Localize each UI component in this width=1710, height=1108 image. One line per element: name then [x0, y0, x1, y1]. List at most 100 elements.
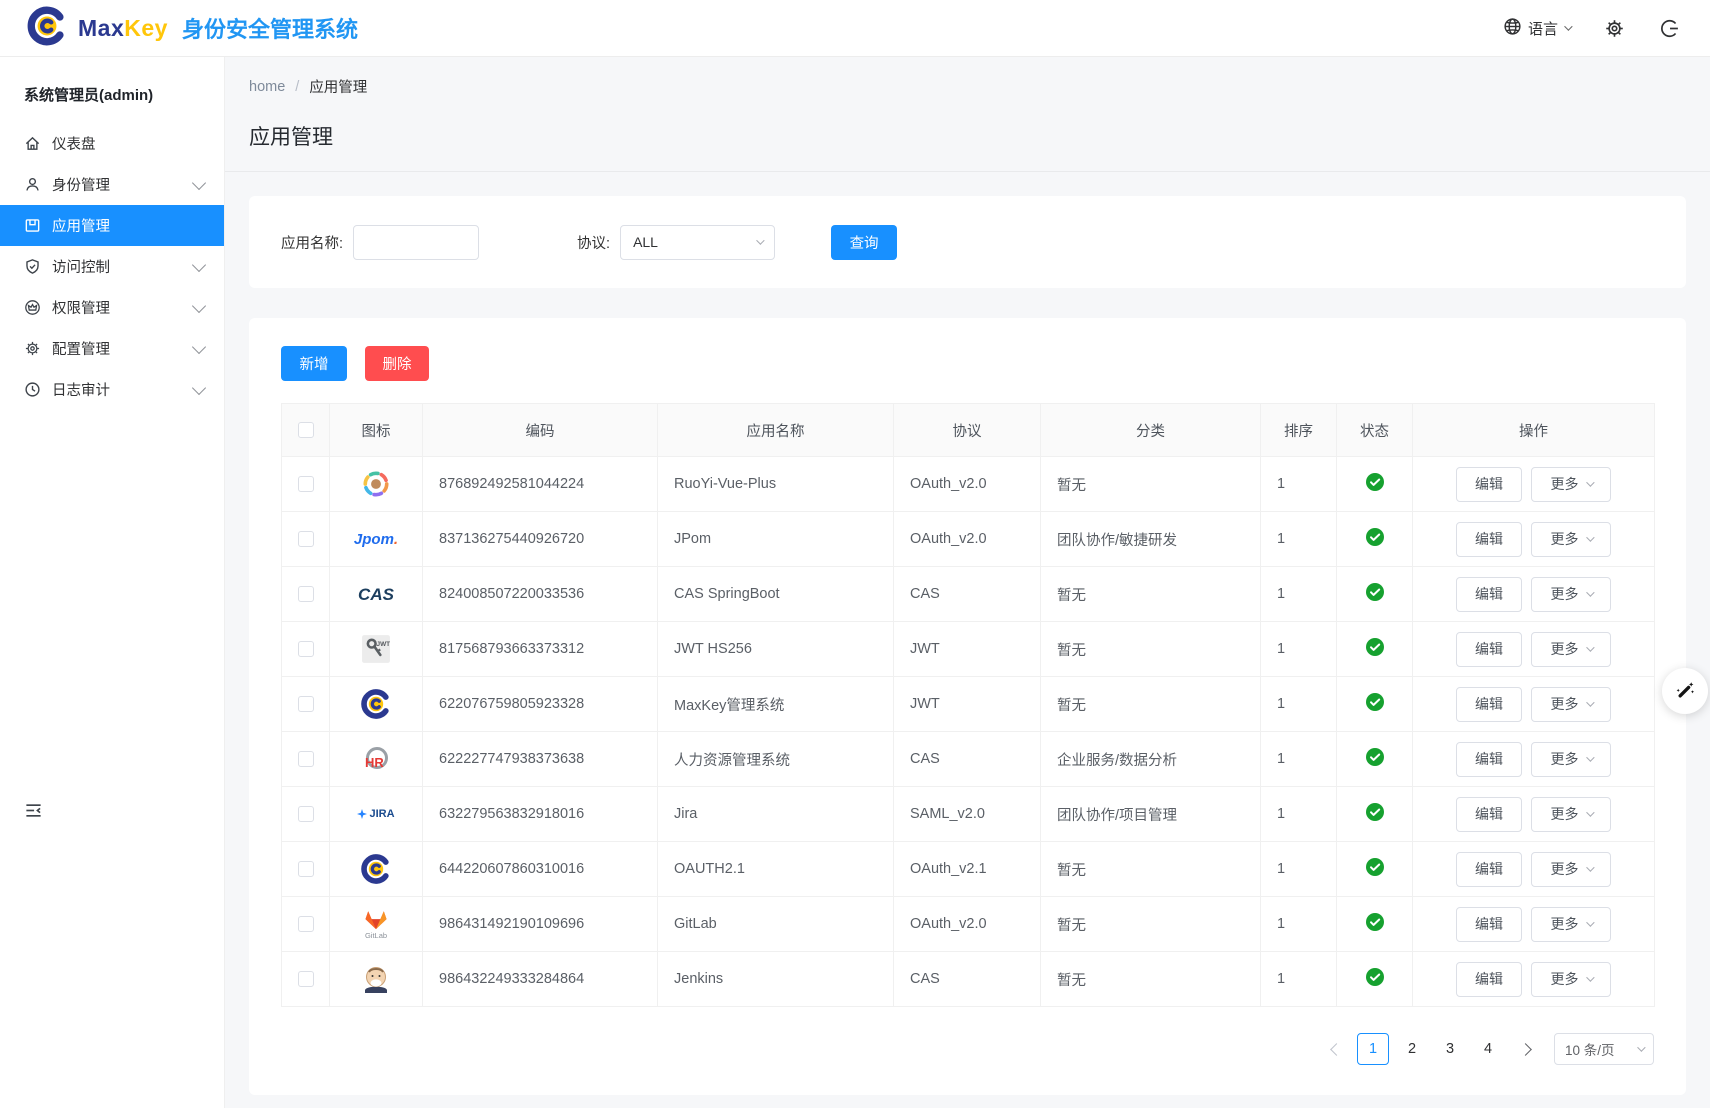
dashboard-home-icon — [24, 135, 41, 152]
chevron-down-icon — [1586, 698, 1594, 706]
more-button[interactable]: 更多 — [1531, 522, 1611, 557]
sort-cell: 1 — [1261, 897, 1337, 952]
settings-button[interactable] — [1604, 18, 1625, 39]
table-row: JWT 817568793663373312 JWT HS256 JWT 暂无 … — [282, 622, 1655, 677]
app-code-cell: 622076759805923328 — [423, 677, 658, 732]
sidebar-item-4[interactable]: 权限管理 — [0, 287, 224, 328]
protocol-cell: CAS — [894, 567, 1041, 622]
more-button[interactable]: 更多 — [1531, 907, 1611, 942]
sidebar-item-2[interactable]: 应用管理 — [0, 205, 224, 246]
protocol-cell: OAuth_v2.0 — [894, 457, 1041, 512]
edit-button[interactable]: 编辑 — [1456, 577, 1522, 612]
hr-app-icon: HR — [330, 743, 422, 775]
table-row: 622076759805923328 MaxKey管理系统 JWT 暂无 1 编… — [282, 677, 1655, 732]
top-header: MaxKey 身份安全管理系统 语言 — [0, 0, 1710, 57]
row-checkbox[interactable] — [298, 476, 314, 492]
category-cell: 暂无 — [1041, 952, 1261, 1007]
sidebar-item-6[interactable]: 日志审计 — [0, 369, 224, 410]
select-all-checkbox[interactable] — [298, 422, 314, 438]
more-button[interactable]: 更多 — [1531, 962, 1611, 997]
edit-button[interactable]: 编辑 — [1456, 852, 1522, 887]
magic-wand-fab[interactable] — [1662, 668, 1708, 714]
chevron-down-icon — [1586, 918, 1594, 926]
status-enabled-icon — [1365, 857, 1385, 877]
app-name-cell: RuoYi-Vue-Plus — [658, 457, 894, 512]
page-size-value: 10 条/页 — [1565, 1039, 1615, 1059]
page-size-select[interactable]: 10 条/页 — [1554, 1033, 1654, 1065]
sidebar-item-label: 应用管理 — [52, 215, 194, 236]
sidebar-item-0[interactable]: 仪表盘 — [0, 123, 224, 164]
row-select-cell — [282, 567, 330, 622]
edit-button[interactable]: 编辑 — [1456, 797, 1522, 832]
app-name-label: 应用名称: — [281, 232, 343, 253]
actions-cell: 编辑 更多 — [1413, 842, 1655, 897]
sidebar-item-3[interactable]: 访问控制 — [0, 246, 224, 287]
page-button-4[interactable]: 4 — [1473, 1033, 1503, 1065]
apps-table: 图标 编码 应用名称 协议 分类 排序 状态 操作 87689249258104… — [281, 403, 1655, 1007]
next-page-icon[interactable] — [1519, 1043, 1532, 1056]
breadcrumb-separator: / — [295, 79, 299, 95]
status-enabled-icon — [1365, 472, 1385, 492]
table-row: HR 622227747938373638 人力资源管理系统 CAS 企业服务/… — [282, 732, 1655, 787]
edit-button[interactable]: 编辑 — [1456, 907, 1522, 942]
table-row: GitLab 986431492190109696 GitLab OAuth_v… — [282, 897, 1655, 952]
edit-button[interactable]: 编辑 — [1456, 962, 1522, 997]
status-enabled-icon — [1365, 747, 1385, 767]
more-button[interactable]: 更多 — [1531, 467, 1611, 502]
app-name-cell: CAS SpringBoot — [658, 567, 894, 622]
more-button[interactable]: 更多 — [1531, 797, 1611, 832]
row-checkbox[interactable] — [298, 586, 314, 602]
brand-title: 身份安全管理系统 — [182, 12, 358, 44]
table-row: JIRA 632279563832918016 Jira SAML_v2.0 团… — [282, 787, 1655, 842]
delete-button[interactable]: 删除 — [365, 346, 429, 381]
row-select-cell — [282, 842, 330, 897]
status-cell — [1337, 952, 1413, 1007]
row-select-cell — [282, 512, 330, 567]
edit-button[interactable]: 编辑 — [1456, 687, 1522, 722]
app-icon-cell — [330, 457, 423, 512]
sidebar-collapse-button[interactable] — [24, 801, 43, 825]
more-button[interactable]: 更多 — [1531, 687, 1611, 722]
prev-page-icon[interactable] — [1330, 1043, 1343, 1056]
more-button[interactable]: 更多 — [1531, 577, 1611, 612]
category-cell: 企业服务/数据分析 — [1041, 732, 1261, 787]
sort-cell: 1 — [1261, 732, 1337, 787]
edit-button[interactable]: 编辑 — [1456, 522, 1522, 557]
page-button-2[interactable]: 2 — [1397, 1033, 1427, 1065]
chevron-down-icon — [1586, 588, 1594, 596]
more-button[interactable]: 更多 — [1531, 742, 1611, 777]
more-button[interactable]: 更多 — [1531, 632, 1611, 667]
sort-cell: 1 — [1261, 787, 1337, 842]
status-cell — [1337, 787, 1413, 842]
status-cell — [1337, 677, 1413, 732]
language-selector[interactable]: 语言 — [1503, 17, 1570, 40]
row-checkbox[interactable] — [298, 696, 314, 712]
row-checkbox[interactable] — [298, 971, 314, 987]
edit-button[interactable]: 编辑 — [1456, 467, 1522, 502]
protocol-cell: JWT — [894, 622, 1041, 677]
search-button[interactable]: 查询 — [831, 225, 897, 260]
breadcrumb-home-link[interactable]: home — [249, 79, 285, 95]
row-checkbox[interactable] — [298, 641, 314, 657]
row-checkbox[interactable] — [298, 806, 314, 822]
app-name-cell: JPom — [658, 512, 894, 567]
row-checkbox[interactable] — [298, 916, 314, 932]
row-checkbox[interactable] — [298, 751, 314, 767]
page-button-1[interactable]: 1 — [1357, 1033, 1389, 1065]
column-header-icon: 图标 — [330, 404, 423, 457]
logout-button[interactable] — [1659, 18, 1680, 39]
app-name-input[interactable] — [353, 225, 479, 260]
page-button-3[interactable]: 3 — [1435, 1033, 1465, 1065]
category-cell: 暂无 — [1041, 622, 1261, 677]
svg-text:JWT: JWT — [377, 641, 391, 648]
sidebar-item-5[interactable]: 配置管理 — [0, 328, 224, 369]
edit-button[interactable]: 编辑 — [1456, 632, 1522, 667]
add-button[interactable]: 新增 — [281, 346, 347, 381]
row-checkbox[interactable] — [298, 861, 314, 877]
edit-button[interactable]: 编辑 — [1456, 742, 1522, 777]
row-checkbox[interactable] — [298, 531, 314, 547]
more-button[interactable]: 更多 — [1531, 852, 1611, 887]
status-cell — [1337, 622, 1413, 677]
protocol-select[interactable]: ALL — [620, 225, 775, 260]
sidebar-item-1[interactable]: 身份管理 — [0, 164, 224, 205]
